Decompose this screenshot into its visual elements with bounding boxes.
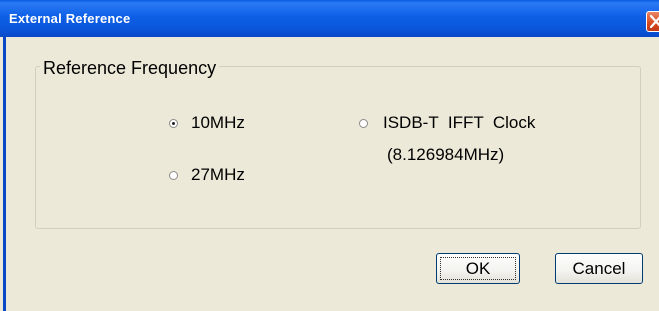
radio-label: 27MHz	[191, 165, 245, 184]
radio-sublabel: (8.126984MHz)	[387, 145, 505, 164]
radio-unselected-icon[interactable]	[359, 118, 368, 128]
close-button[interactable]	[646, 11, 659, 32]
radio-27mhz[interactable]: 27MHz	[169, 165, 245, 185]
title-bar[interactable]: External Reference	[0, 0, 659, 37]
radio-selected-icon[interactable]	[169, 118, 178, 128]
radio-label: ISDB-T IFFT Clock	[383, 113, 536, 132]
group-label: Reference Frequency	[40, 58, 220, 78]
radio-isdb-t-ifft-clock[interactable]: ISDB-T IFFT Clock	[359, 113, 535, 133]
radio-10mhz[interactable]: 10MHz	[169, 113, 245, 133]
radio-label: 10MHz	[191, 113, 245, 132]
window-title: External Reference	[9, 11, 131, 26]
focus-rectangle	[440, 257, 516, 280]
reference-frequency-group	[35, 66, 641, 229]
ok-button[interactable]: OK	[436, 253, 520, 284]
cancel-button[interactable]: Cancel	[555, 253, 643, 284]
cancel-label: Cancel	[572, 258, 626, 278]
radio-unselected-icon[interactable]	[169, 170, 178, 180]
